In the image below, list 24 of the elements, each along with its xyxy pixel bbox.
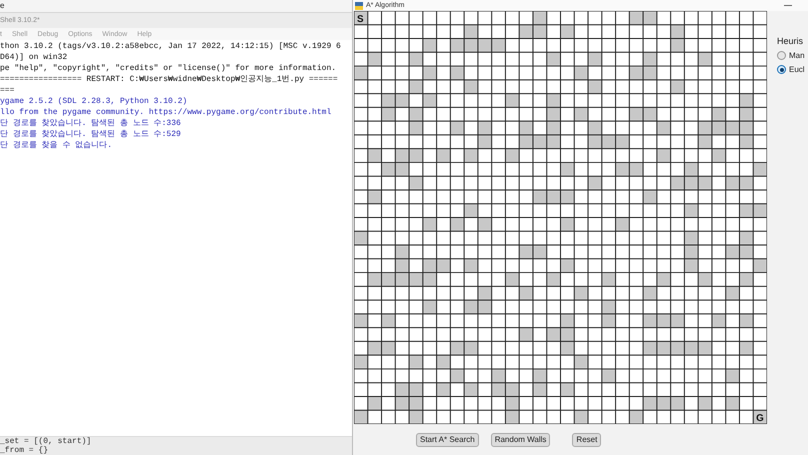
code-line: _from = {} (0, 446, 50, 455)
action-button[interactable]: Start A* Search (416, 433, 479, 447)
shell-output-line: 단 경로를 찾았습니다. 탐색된 총 노드 수:529 (0, 129, 182, 140)
shell-output-line: ygame 2.5.2 (SDL 2.28.3, Python 3.10.2) (0, 96, 188, 107)
radio-button[interactable] (777, 51, 786, 60)
shell-output-line: llo from the pygame community. https://www.pygame.org/contribute.html (0, 107, 332, 118)
window-title: e (0, 2, 4, 10)
minimize-icon[interactable] (784, 4, 792, 6)
action-button[interactable]: Random Walls (490, 433, 550, 447)
start-label: S (356, 14, 364, 25)
shell-output-line: thon 3.10.2 (tags/v3.10.2:a58ebcc, Jan 17 2022, 14:12:15) [MSC v.1929 6 (0, 41, 342, 52)
shell-output-line: 단 경로를 찾을 수 없습니다. (0, 140, 114, 151)
radio-label: Man (789, 52, 805, 60)
shell-output-line: pe "help", "copyright", "credits" or "license()" for more information. (0, 63, 338, 74)
goal-label: G (756, 413, 764, 424)
code-line: _set = [(0, start)] (0, 437, 92, 446)
shell-output-line: D64)] on win32 (0, 52, 68, 63)
radio-label: Eucl (789, 66, 805, 74)
shell-output-line: ================= RESTART: C:₩Users₩widne₩Desktop₩인공지능_1번.py ====== (0, 74, 339, 85)
shell-output-line: === (0, 85, 16, 96)
shell-output-line: 단 경로를 찾았습니다. 탐색된 총 노드 수:336 (0, 118, 182, 129)
radio-button[interactable] (777, 65, 786, 74)
action-button[interactable]: Reset (572, 433, 602, 447)
heuristic-label: Heuris (777, 37, 804, 46)
